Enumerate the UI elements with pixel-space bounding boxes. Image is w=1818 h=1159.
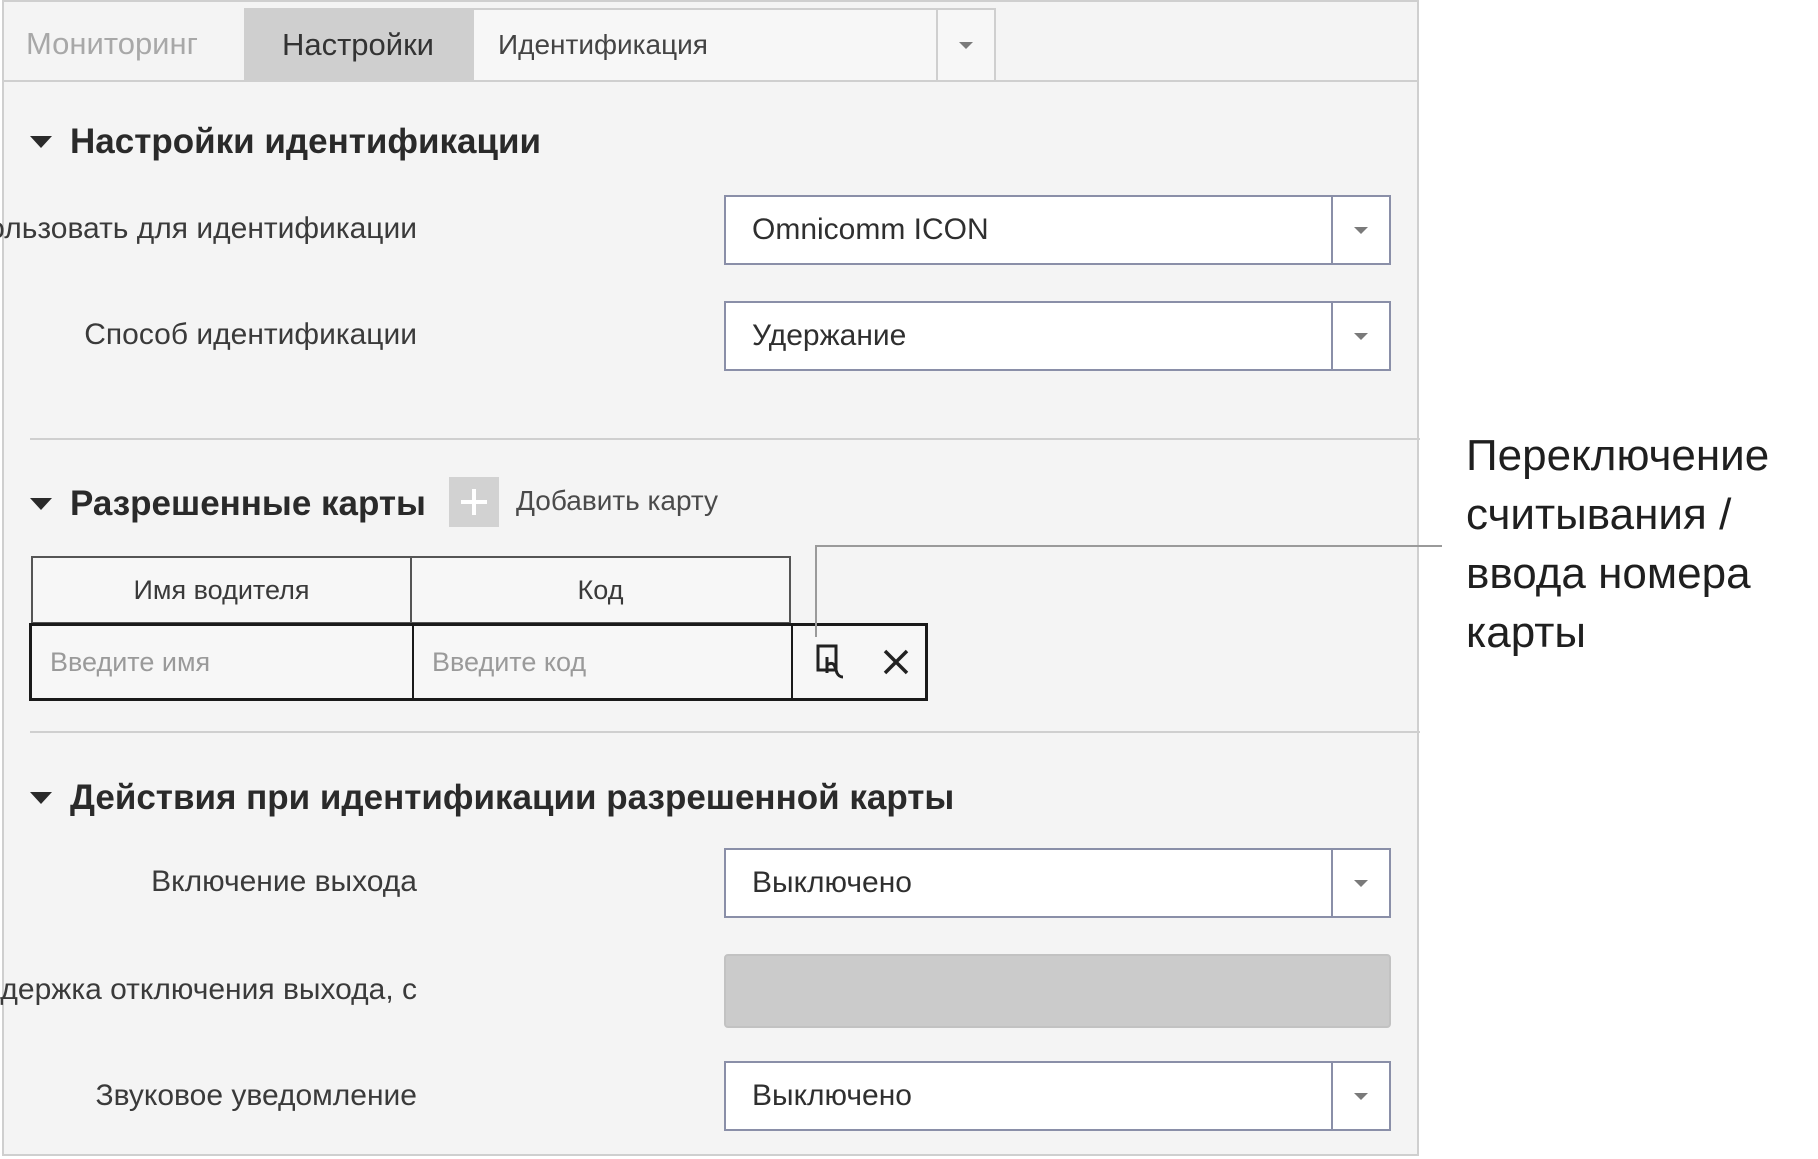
- chevron-down-icon[interactable]: [1331, 303, 1389, 369]
- section-title: Разрешенные карты: [70, 484, 426, 523]
- column-header-driver-name: Имя водителя: [31, 556, 412, 624]
- tab-settings[interactable]: Настройки: [244, 8, 472, 80]
- settings-category-value: Идентификация: [498, 29, 708, 60]
- triangle-down-icon: [30, 498, 52, 510]
- table-row: Введите имя Введите код: [29, 623, 928, 701]
- add-card-button[interactable]: [449, 477, 499, 527]
- section-allowed-cards[interactable]: Разрешенные карты: [30, 484, 426, 524]
- tab-bar: Мониторинг Настройки Идентификация: [4, 2, 1417, 82]
- code-input[interactable]: Введите код: [414, 626, 792, 698]
- chevron-down-icon[interactable]: [1331, 1063, 1389, 1129]
- output-select[interactable]: Выключено: [724, 848, 1391, 918]
- settings-category-select[interactable]: Идентификация: [472, 8, 996, 80]
- sound-value: Выключено: [752, 1079, 912, 1112]
- callout-line: [816, 545, 1442, 547]
- method-select[interactable]: Удержание: [724, 301, 1391, 371]
- settings-panel: Мониторинг Настройки Идентификация Настр…: [0, 0, 1420, 1156]
- use-for-label: Использовать для идентификации: [0, 212, 417, 245]
- method-label: Способ идентификации: [84, 318, 417, 351]
- chevron-down-icon[interactable]: [1331, 197, 1389, 263]
- output-label: Включение выхода: [151, 865, 417, 898]
- add-card-label[interactable]: Добавить карту: [516, 485, 718, 517]
- annotation-line: карты: [1466, 608, 1586, 657]
- callout-line: [815, 545, 817, 637]
- sound-label: Звуковое уведомление: [95, 1079, 418, 1112]
- divider: [30, 731, 1420, 733]
- annotation-text: Переключение считывания / ввода номера к…: [1466, 426, 1806, 662]
- driver-name-input[interactable]: Введите имя: [32, 626, 412, 698]
- annotation-line: ввода номера: [1466, 549, 1751, 598]
- annotation-line: считывания /: [1466, 490, 1732, 539]
- output-value: Выключено: [752, 866, 912, 899]
- chevron-down-icon[interactable]: [1331, 850, 1389, 916]
- column-header-code: Код: [410, 556, 791, 624]
- section-identification-settings[interactable]: Настройки идентификации: [30, 122, 541, 162]
- section-title: Действия при идентификации разрешенной к…: [70, 778, 955, 817]
- use-for-select[interactable]: Omnicomm ICON: [724, 195, 1391, 265]
- section-title: Настройки идентификации: [70, 122, 542, 161]
- delay-label: Задержка отключения выхода, с: [0, 973, 417, 1006]
- close-icon[interactable]: [872, 638, 920, 686]
- card-touch-icon[interactable]: [808, 638, 856, 686]
- divider: [30, 438, 1420, 440]
- cell-separator: [791, 626, 793, 698]
- use-for-value: Omnicomm ICON: [752, 213, 989, 246]
- triangle-down-icon: [30, 792, 52, 804]
- chevron-down-icon[interactable]: [936, 10, 994, 80]
- triangle-down-icon: [30, 136, 52, 148]
- toggle-input-mode-icon: [816, 644, 844, 679]
- remove-row-icon: [883, 649, 909, 675]
- annotation-line: Переключение: [1466, 431, 1770, 480]
- plus-icon: [461, 489, 487, 515]
- section-actions[interactable]: Действия при идентификации разрешенной к…: [30, 778, 954, 818]
- delay-input: [724, 954, 1391, 1028]
- method-value: Удержание: [752, 319, 907, 352]
- sound-select[interactable]: Выключено: [724, 1061, 1391, 1131]
- tab-monitoring[interactable]: Мониторинг: [26, 8, 198, 80]
